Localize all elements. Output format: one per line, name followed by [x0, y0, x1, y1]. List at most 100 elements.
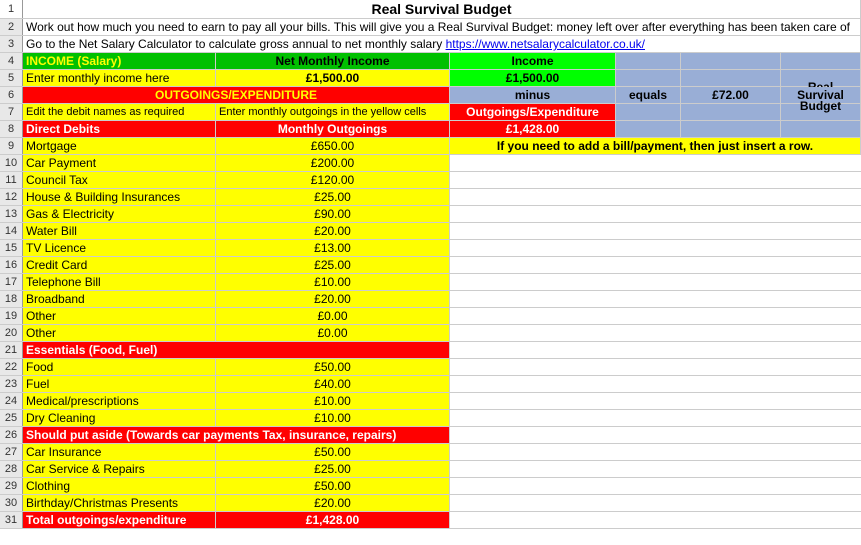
direct-debits-label: Direct Debits: [23, 121, 216, 137]
expense-label[interactable]: Car Service & Repairs: [23, 461, 216, 477]
expense-label[interactable]: Water Bill: [23, 223, 216, 239]
total-value: £1,428.00: [216, 512, 450, 528]
minus-label: minus: [450, 87, 616, 103]
row-num: 21: [0, 342, 23, 358]
monthly-outgoings-label: Monthly Outgoings: [216, 121, 450, 137]
page-title: Real Survival Budget: [23, 0, 861, 18]
result-value: £72.00: [681, 87, 781, 103]
total-label: Total outgoings/expenditure: [23, 512, 216, 528]
row-num: 4: [0, 53, 23, 69]
expense-value[interactable]: £650.00: [216, 138, 450, 154]
income-input[interactable]: £1,500.00: [216, 70, 450, 86]
row-num: 3: [0, 36, 23, 52]
blank-cell: [781, 121, 861, 137]
result-label-cell: Real: [781, 70, 861, 86]
row-num: 18: [0, 291, 23, 307]
expense-value[interactable]: £50.00: [216, 478, 450, 494]
expense-value[interactable]: £200.00: [216, 155, 450, 171]
expense-value[interactable]: £25.00: [216, 189, 450, 205]
essentials-header: Essentials (Food, Fuel): [23, 342, 450, 358]
salary-calculator-link[interactable]: https://www.netsalarycalculator.co.uk/: [446, 37, 645, 51]
table-row: 22Food£50.00: [0, 359, 861, 376]
expense-value[interactable]: £50.00: [216, 444, 450, 460]
table-row: 25Dry Cleaning£10.00: [0, 410, 861, 427]
expense-label[interactable]: TV Licence: [23, 240, 216, 256]
expense-value[interactable]: £25.00: [216, 461, 450, 477]
expense-label[interactable]: Council Tax: [23, 172, 216, 188]
row-num: 31: [0, 512, 23, 528]
desc-prefix: Go to the Net Salary Calculator to calcu…: [26, 37, 446, 51]
table-row: 30Birthday/Christmas Presents£20.00: [0, 495, 861, 512]
row-num: 7: [0, 104, 23, 120]
insert-row-note: If you need to add a bill/payment, then …: [450, 138, 861, 154]
expense-value[interactable]: £25.00: [216, 257, 450, 273]
expense-value[interactable]: £20.00: [216, 291, 450, 307]
row-title: 1 Real Survival Budget: [0, 0, 861, 19]
table-row: 17Telephone Bill£10.00: [0, 274, 861, 291]
expense-value[interactable]: £20.00: [216, 223, 450, 239]
expense-label[interactable]: House & Building Insurances: [23, 189, 216, 205]
expense-label[interactable]: Food: [23, 359, 216, 375]
edit-hint-2: Enter monthly outgoings in the yellow ce…: [216, 104, 450, 120]
row-desc1: 2 Work out how much you need to earn to …: [0, 19, 861, 36]
expense-value[interactable]: £40.00: [216, 376, 450, 392]
table-row: 23Fuel£40.00: [0, 376, 861, 393]
expense-value[interactable]: £90.00: [216, 206, 450, 222]
expense-label[interactable]: Dry Cleaning: [23, 410, 216, 426]
expense-value[interactable]: £50.00: [216, 359, 450, 375]
expense-value[interactable]: £0.00: [216, 325, 450, 341]
row-num: 10: [0, 155, 23, 171]
expense-label[interactable]: Clothing: [23, 478, 216, 494]
blank-cell: [681, 53, 781, 69]
row-income-entry: 5 Enter monthly income here £1,500.00 £1…: [0, 70, 861, 87]
expense-value[interactable]: £20.00: [216, 495, 450, 511]
row-edit-hint: 7 Edit the debit names as required Enter…: [0, 104, 861, 121]
row-num: 28: [0, 461, 23, 477]
equals-label: equals: [616, 87, 681, 103]
desc-text-span: Work out how much you need to earn to pa…: [26, 20, 850, 34]
expense-label[interactable]: Mortgage: [23, 138, 216, 154]
expense-label[interactable]: Fuel: [23, 376, 216, 392]
net-monthly-income-label: Net Monthly Income: [216, 53, 450, 69]
row-num: 24: [0, 393, 23, 409]
expense-label[interactable]: Birthday/Christmas Presents: [23, 495, 216, 511]
expense-value[interactable]: £10.00: [216, 274, 450, 290]
enter-income-label: Enter monthly income here: [23, 70, 216, 86]
desc-text: Work out how much you need to earn to pa…: [23, 19, 861, 35]
spreadsheet: 1 Real Survival Budget 2 Work out how mu…: [0, 0, 861, 529]
row-num: 20: [0, 325, 23, 341]
table-row: 12House & Building Insurances£25.00: [0, 189, 861, 206]
expense-label[interactable]: Medical/prescriptions: [23, 393, 216, 409]
blank-cell: [781, 53, 861, 69]
row-essentials-header: 21 Essentials (Food, Fuel): [0, 342, 861, 359]
expense-label[interactable]: Car Insurance: [23, 444, 216, 460]
row-num: 11: [0, 172, 23, 188]
expense-value[interactable]: £10.00: [216, 393, 450, 409]
row-income-header: 4 INCOME (Salary) Net Monthly Income Inc…: [0, 53, 861, 70]
row-num: 17: [0, 274, 23, 290]
row-num: 5: [0, 70, 23, 86]
table-row: 19Other£0.00: [0, 308, 861, 325]
expense-label[interactable]: Other: [23, 325, 216, 341]
expense-value[interactable]: £13.00: [216, 240, 450, 256]
row-num: 30: [0, 495, 23, 511]
row-num: 29: [0, 478, 23, 494]
blank-cell: [681, 70, 781, 86]
expense-value[interactable]: £0.00: [216, 308, 450, 324]
row-num: 8: [0, 121, 23, 137]
outgoings-total: £1,428.00: [450, 121, 616, 137]
expense-label[interactable]: Other: [23, 308, 216, 324]
expense-label[interactable]: Credit Card: [23, 257, 216, 273]
row-num: 13: [0, 206, 23, 222]
expense-value[interactable]: £120.00: [216, 172, 450, 188]
expense-value[interactable]: £10.00: [216, 410, 450, 426]
row-total: 31 Total outgoings/expenditure £1,428.00: [0, 512, 861, 529]
expense-label[interactable]: Telephone Bill: [23, 274, 216, 290]
expense-label[interactable]: Gas & Electricity: [23, 206, 216, 222]
expense-label[interactable]: Broadband: [23, 291, 216, 307]
expense-label[interactable]: Car Payment: [23, 155, 216, 171]
row-num: 15: [0, 240, 23, 256]
table-row: 27Car Insurance£50.00: [0, 444, 861, 461]
row-desc2: 3 Go to the Net Salary Calculator to cal…: [0, 36, 861, 53]
blank-cell: [616, 121, 681, 137]
